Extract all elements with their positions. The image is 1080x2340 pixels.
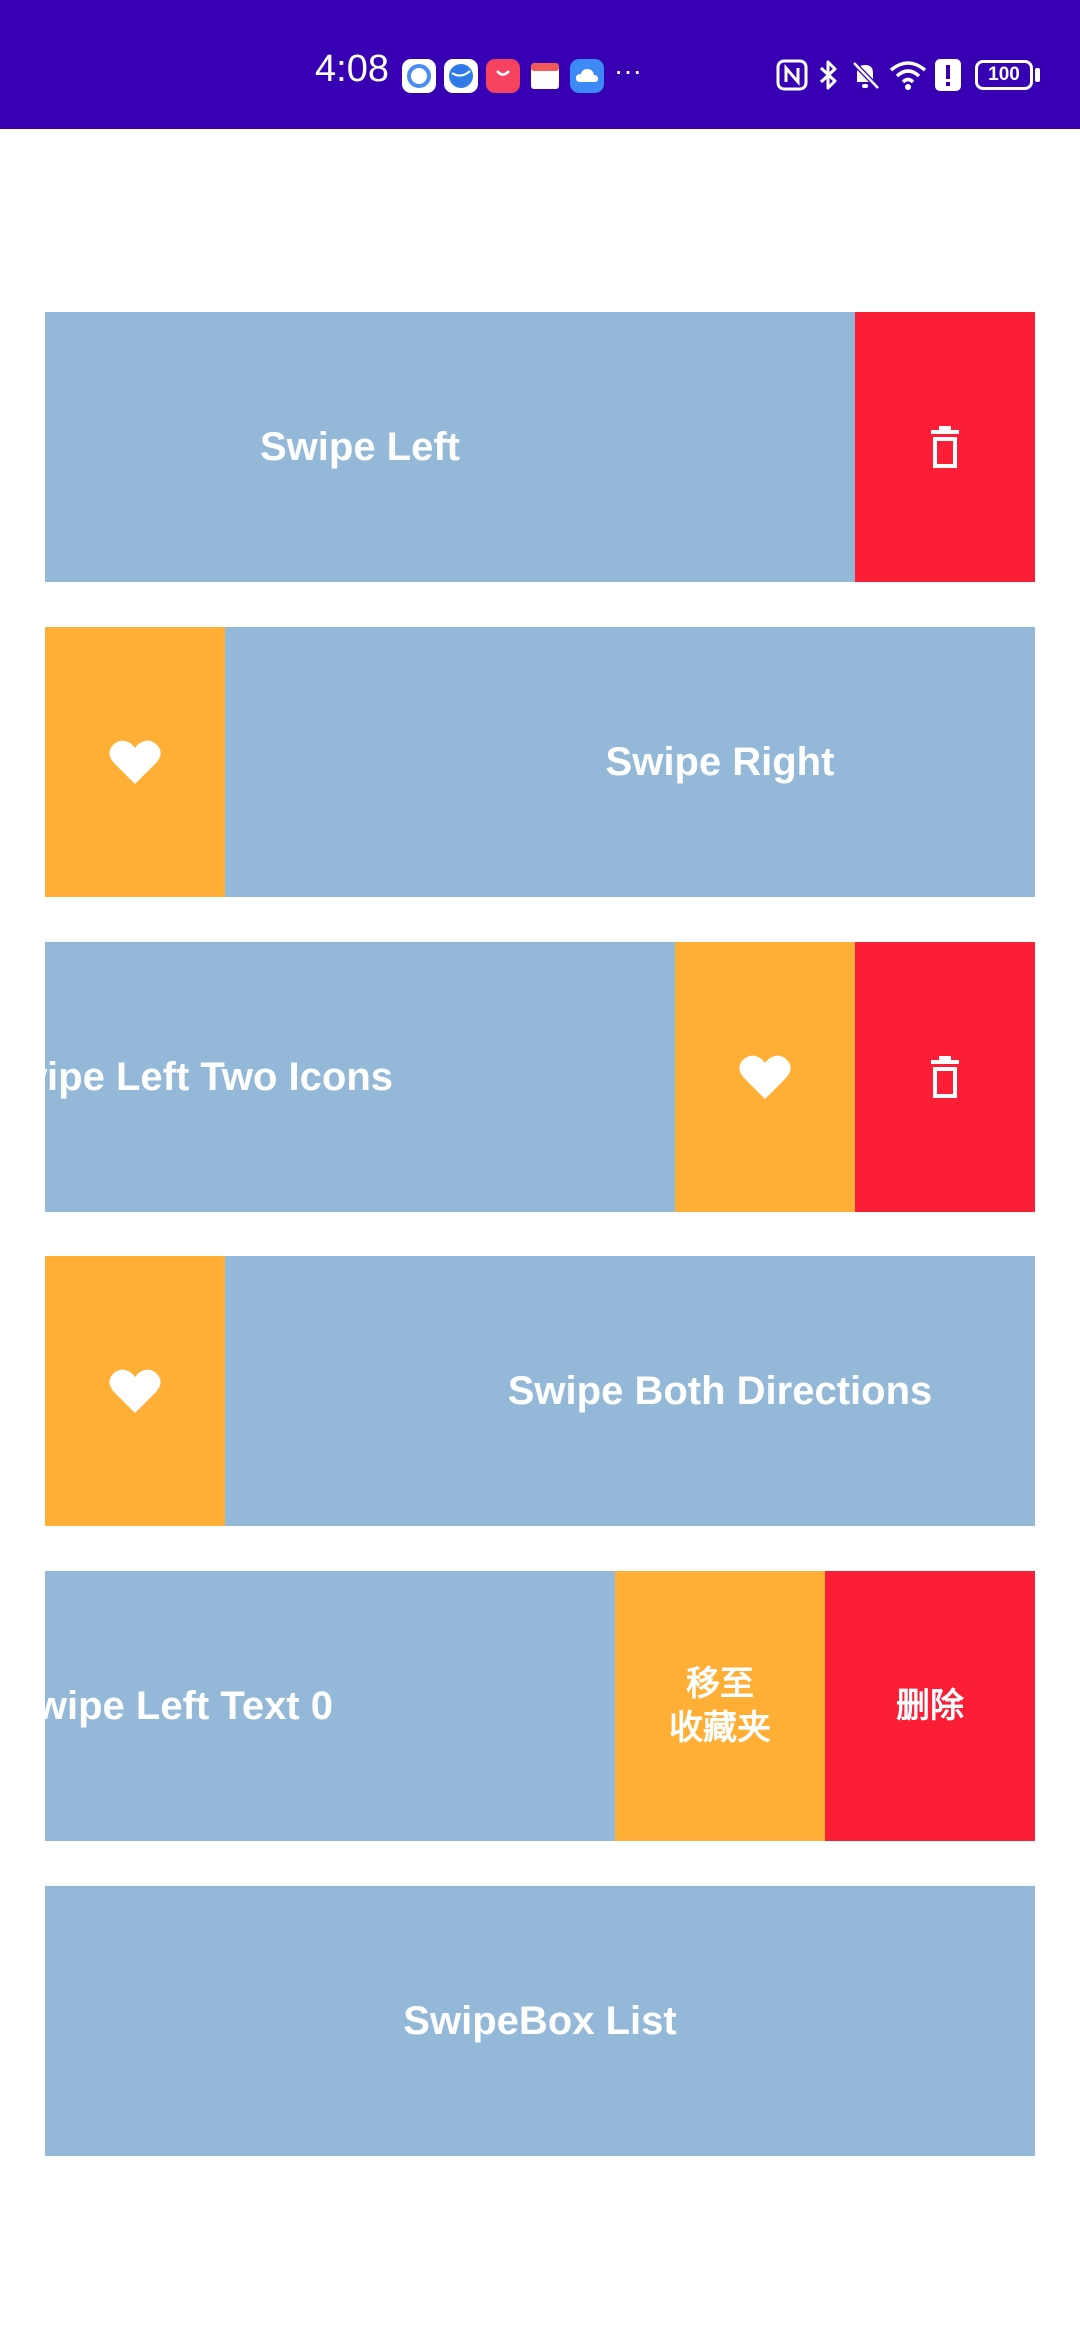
wifi-icon bbox=[888, 58, 928, 97]
delete-action-button[interactable] bbox=[855, 312, 1035, 582]
globe-icon bbox=[444, 59, 478, 93]
favorite-action-button[interactable] bbox=[45, 1256, 225, 1526]
status-time: 4:08 bbox=[315, 48, 389, 90]
browser-icon bbox=[402, 59, 436, 93]
swipe-left-text-panel[interactable]: Swipe Left Text 0 bbox=[45, 1571, 615, 1841]
heart-icon bbox=[108, 738, 162, 786]
trash-icon bbox=[927, 1054, 963, 1100]
heart-icon bbox=[108, 1367, 162, 1415]
swipe-both-directions-panel[interactable]: Swipe Both Directions bbox=[225, 1256, 1035, 1526]
delete-text-button[interactable]: 删除 bbox=[825, 1571, 1035, 1841]
delete-text-label: 删除 bbox=[896, 1687, 964, 1725]
delete-action-button[interactable] bbox=[855, 942, 1035, 1212]
swipe-both-directions-label: Swipe Both Directions bbox=[507, 1368, 933, 1413]
battery-icon: 100 bbox=[975, 60, 1033, 90]
swipebox-list-row[interactable]: SwipeBox List bbox=[45, 1886, 1035, 2156]
swipebox-list-panel[interactable]: SwipeBox List bbox=[45, 1886, 1035, 2156]
swipe-left-row[interactable]: Swipe Left bbox=[45, 312, 1035, 582]
alert-icon bbox=[934, 58, 962, 97]
swipe-left-text-row[interactable]: Swipe Left Text 0 移至 收藏夹 删除 bbox=[45, 1571, 1035, 1841]
more-notifications-icon: ··· bbox=[614, 55, 642, 86]
swipe-left-two-icons-panel[interactable]: Swipe Left Two Icons bbox=[45, 942, 675, 1212]
book-icon bbox=[528, 59, 562, 93]
cloud-icon bbox=[570, 59, 604, 93]
swipe-right-row[interactable]: Swipe Right bbox=[45, 627, 1035, 897]
move-to-favorites-label: 移至 收藏夹 bbox=[669, 1665, 771, 1747]
bell-off-icon bbox=[848, 58, 882, 97]
favorite-action-button[interactable] bbox=[675, 942, 855, 1212]
move-to-favorites-button[interactable]: 移至 收藏夹 bbox=[615, 1571, 825, 1841]
swipe-right-panel[interactable]: Swipe Right bbox=[225, 627, 1035, 897]
nfc-icon bbox=[775, 58, 809, 97]
favorite-action-button[interactable] bbox=[45, 627, 225, 897]
heart-icon bbox=[738, 1053, 792, 1101]
swipe-left-panel[interactable]: Swipe Left bbox=[45, 312, 855, 582]
swipe-right-label: Swipe Right bbox=[605, 739, 835, 784]
swipe-left-label: Swipe Left bbox=[259, 424, 461, 469]
swipebox-list-label: SwipeBox List bbox=[403, 1998, 677, 2043]
status-bar: 4:08 ··· 100 bbox=[0, 0, 1080, 129]
mall-icon bbox=[486, 59, 520, 93]
swipe-left-two-icons-row[interactable]: Swipe Left Two Icons bbox=[45, 942, 1035, 1212]
trash-icon bbox=[927, 424, 963, 470]
swipe-both-directions-row[interactable]: Swipe Both Directions bbox=[45, 1256, 1035, 1526]
bluetooth-icon bbox=[815, 58, 843, 97]
battery-cap bbox=[1035, 68, 1040, 82]
swipe-left-two-icons-label: Swipe Left Two Icons bbox=[45, 1054, 393, 1099]
swipe-left-text-label: Swipe Left Text 0 bbox=[45, 1683, 333, 1728]
